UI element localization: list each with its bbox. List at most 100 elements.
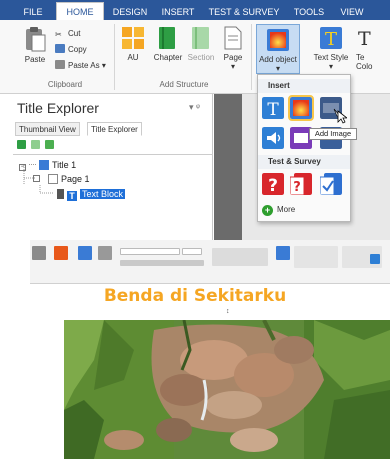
svg-text:?: ? [293,180,301,195]
tree-node-page[interactable]: Page 1 [33,173,90,186]
chapter-button[interactable]: Chapter [150,26,186,62]
insert-section-header: Insert [258,79,350,93]
add-section-icon[interactable] [31,140,40,149]
clipboard-group-label: Clipboard [47,80,83,89]
test-survey-section-header: Test & Survey [258,155,350,169]
document-title: Benda di Sekitarku [103,286,287,306]
document-ribbon [30,240,390,284]
tab-tools[interactable]: TOOLS [290,5,328,20]
authoring-app-window: FILE HOME DESIGN INSERT TEST & SURVEY TO… [0,0,390,246]
page-button[interactable]: Page ▾ [220,26,246,71]
copy-icon [55,44,65,53]
svg-text:T: T [267,100,279,119]
au-label: AU [127,53,139,62]
ribbon-separator [114,24,115,90]
tree-node-title[interactable]: − Title 1 [19,159,76,172]
anchor-handle-icon[interactable]: ↕ [226,308,230,315]
tree-node-page-label: Page 1 [61,174,90,184]
tab-view[interactable]: VIEW [336,5,368,20]
more-label: More [277,205,296,214]
collapse-toggle-icon[interactable]: − [19,164,26,171]
page-dropdown-arrow: ▾ [230,62,235,71]
tree-node-text-block[interactable]: T Text Block [57,188,126,201]
add-object-dropdown: Insert T Test & Survey ? ? [257,74,351,222]
tree-node-title-label: Title 1 [52,160,77,170]
text-style-dropdown-arrow: ▾ [328,62,333,71]
find-icon[interactable] [370,254,380,264]
title-explorer-pane: Title Explorer ▾ ᵠ Thumbnail View Title … [13,94,213,246]
tab-test-survey[interactable]: TEST & SURVEY [208,5,280,20]
document-editor-window: Benda di Sekitarku ↕ [30,240,390,459]
text-color-label-line2: Colo [356,62,373,71]
add-object-icon [267,29,289,51]
image-tile-icon[interactable] [288,95,314,121]
chapter-book-icon [159,27,175,49]
text-color-button[interactable]: T Te Colo [356,26,390,71]
paste-as-arrow: ▾ [101,61,106,70]
copy-button[interactable]: Copy [55,44,87,56]
styles-list[interactable] [294,246,338,268]
svg-text:T: T [325,29,337,50]
style-icon[interactable] [276,246,290,260]
mouse-cursor-icon [337,110,347,124]
quiz-tile-icon[interactable]: ? [290,173,312,195]
add-object-button[interactable]: Add object ▾ [256,24,300,74]
page-icon[interactable] [98,246,112,260]
tab-insert[interactable]: INSERT [158,5,198,20]
audio-tile-icon[interactable] [262,127,284,149]
text-icon[interactable] [78,246,92,260]
cut-button[interactable]: ✂ Cut [55,28,80,40]
tab-file[interactable]: FILE [22,5,44,20]
more-plus-icon: + [262,205,273,216]
explorer-title: Title Explorer [17,100,99,116]
paste-icon [26,27,46,52]
page-label: Page [223,53,243,62]
chapter-label: Chapter [153,53,183,62]
paste-label: Paste [24,55,46,64]
font-size-box[interactable] [182,248,202,255]
text-style-label: Text Style [313,53,349,62]
add-chapter-icon[interactable] [17,140,26,149]
pane-pin-icon[interactable]: ▾ ᵠ [189,102,200,113]
tab-design[interactable]: DESIGN [110,5,150,20]
text-tile-icon[interactable]: T [262,97,284,119]
paste-as-button[interactable]: Paste As ▾ [55,60,106,72]
section-book-icon [192,27,209,49]
object-icon[interactable] [54,246,68,260]
paste-as-icon [55,60,65,69]
svg-text:T: T [358,28,371,50]
paste-icon[interactable] [32,246,46,260]
photo-rocky-stream[interactable] [64,320,390,459]
question-tile-icon[interactable]: ? [262,173,284,195]
section-button[interactable]: Section [184,26,218,62]
tree-node-text-block-label: Text Block [80,189,126,199]
collapse-toggle-icon[interactable] [33,175,40,182]
font-name-box[interactable] [120,248,180,255]
page-icon [224,26,242,50]
ribbon-separator [251,24,252,90]
text-style-button[interactable]: T Text Style ▾ [310,26,352,71]
format-toolbar[interactable] [120,260,204,266]
survey-tile-icon[interactable] [320,173,342,195]
tab-title-explorer[interactable]: Title Explorer [87,122,142,136]
tab-home[interactable]: HOME [56,2,104,20]
au-button[interactable]: AU [118,26,148,62]
paragraph-toolbar[interactable] [212,248,268,266]
copy-label: Copy [68,45,87,54]
add-page-icon[interactable] [45,140,54,149]
cut-label: Cut [68,29,81,38]
au-icon [122,27,144,49]
text-color-label-line1: Te [356,53,365,62]
paste-button[interactable]: Paste [20,26,50,64]
explorer-tree: − Title 1 Page 1 T Text Block [13,154,213,246]
section-label: Section [187,53,215,62]
more-button[interactable]: + More [262,204,295,216]
add-structure-group-label: Add Structure [159,80,209,89]
title-icon [39,160,49,170]
text-color-icon: T [358,28,371,50]
add-object-label: Add object [259,55,297,64]
add-object-dropdown-arrow: ▾ [275,64,280,73]
tab-thumbnail-view[interactable]: Thumbnail View [15,122,80,136]
svg-text:?: ? [268,176,278,195]
scissors-icon: ✂ [55,30,62,39]
